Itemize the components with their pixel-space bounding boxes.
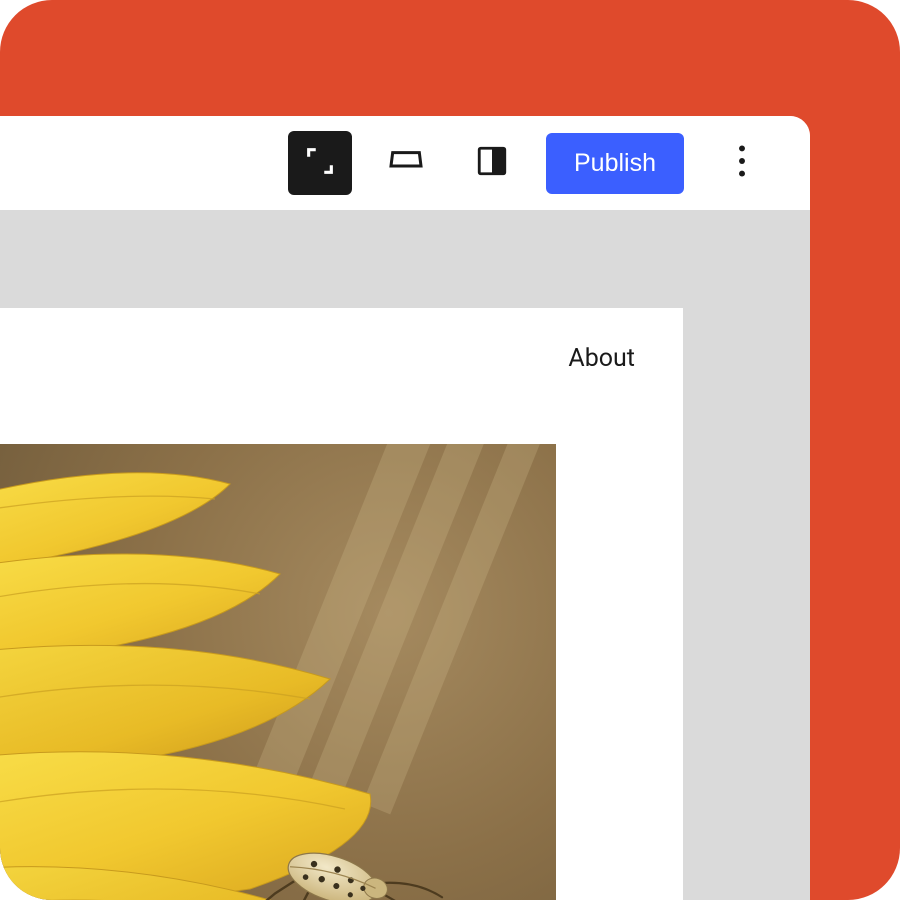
editor-toolbar: Publish — [0, 116, 810, 210]
page-canvas: About — [0, 308, 683, 900]
desktop-icon — [386, 141, 426, 185]
fullscreen-icon — [303, 144, 337, 182]
publish-button[interactable]: Publish — [546, 133, 684, 194]
hero-image — [0, 444, 556, 900]
desktop-view-button[interactable] — [374, 131, 438, 195]
fullscreen-button[interactable] — [288, 131, 352, 195]
content-area: About — [0, 210, 810, 900]
more-options-button[interactable] — [722, 131, 762, 195]
panel-toggle-button[interactable] — [460, 131, 524, 195]
editor-window: Publish About — [0, 116, 810, 900]
nav-link-about[interactable]: About — [568, 344, 635, 373]
outer-frame: Publish About — [0, 0, 900, 900]
more-vertical-icon — [738, 145, 746, 181]
panel-icon — [475, 144, 509, 182]
page-nav: About — [0, 308, 683, 373]
